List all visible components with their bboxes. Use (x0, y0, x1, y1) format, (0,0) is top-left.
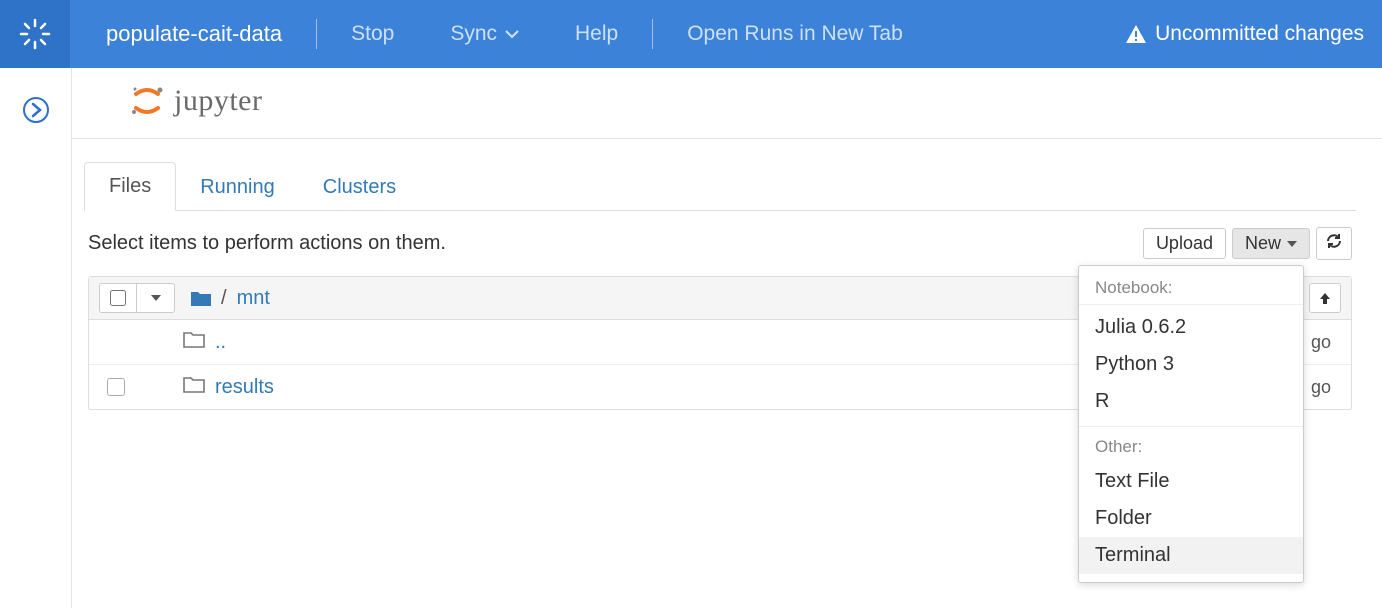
main: jupyter Files Running Clusters Select it… (72, 68, 1382, 608)
left-rail (0, 68, 72, 608)
menu-item-julia[interactable]: Julia 0.6.2 (1079, 309, 1303, 346)
topbar: populate-cait-data Stop Sync Help Open R… (0, 0, 1382, 68)
uncommitted-label: Uncommitted changes (1155, 22, 1364, 46)
menu-item-textfile[interactable]: Text File (1079, 463, 1303, 500)
chevron-down-icon (505, 29, 519, 39)
upload-button[interactable]: Upload (1143, 228, 1226, 259)
new-dropdown-menu: Notebook: Julia 0.6.2 Python 3 R Other: … (1078, 265, 1304, 583)
tab-running[interactable]: Running (176, 164, 299, 211)
file-name-parent[interactable]: .. (215, 331, 226, 354)
tab-clusters[interactable]: Clusters (299, 164, 420, 211)
folder-outline-icon (183, 375, 205, 399)
expand-sidebar-button[interactable] (22, 96, 50, 608)
folder-outline-icon (183, 330, 205, 354)
file-time: go (1311, 332, 1341, 353)
menu-divider (1079, 426, 1303, 427)
jupyter-label: jupyter (174, 84, 262, 118)
tab-bar: Files Running Clusters (84, 161, 1356, 211)
select-all-input[interactable] (110, 290, 126, 306)
new-label: New (1245, 233, 1281, 254)
jupyter-logo-icon (128, 82, 166, 120)
selection-hint: Select items to perform actions on them. (88, 232, 446, 255)
folder-icon[interactable] (191, 290, 211, 306)
jupyter-brand[interactable]: jupyter (128, 82, 1382, 120)
jupyter-header: jupyter (72, 68, 1382, 139)
divider (316, 19, 317, 49)
sort-button[interactable] (1309, 283, 1341, 313)
chevron-right-circle-icon (22, 96, 50, 124)
menu-item-python3[interactable]: Python 3 (1079, 346, 1303, 383)
project-name[interactable]: populate-cait-data (70, 21, 310, 47)
menu-header-other: Other: (1079, 433, 1303, 463)
divider (652, 19, 653, 49)
breadcrumb-sep: / (221, 287, 227, 310)
caret-down-icon (1287, 240, 1297, 248)
refresh-button[interactable] (1316, 227, 1352, 260)
file-time: go (1311, 377, 1341, 398)
select-all-checkbox[interactable] (99, 283, 137, 313)
help-button[interactable]: Help (547, 22, 646, 46)
file-name-results[interactable]: results (215, 376, 274, 399)
row-checkbox[interactable] (107, 378, 125, 396)
refresh-icon (1325, 232, 1343, 250)
stop-button[interactable]: Stop (323, 22, 422, 46)
warning-icon (1125, 23, 1147, 45)
new-button[interactable]: New (1232, 228, 1310, 259)
spinner-icon (18, 17, 52, 51)
menu-item-r[interactable]: R (1079, 383, 1303, 420)
sync-label: Sync (450, 22, 497, 46)
arrow-up-icon (1318, 291, 1332, 305)
app-logo[interactable] (0, 0, 70, 68)
sync-button[interactable]: Sync (422, 22, 547, 46)
select-menu-button[interactable] (137, 283, 175, 313)
menu-header-notebook: Notebook: (1079, 274, 1303, 305)
open-runs-button[interactable]: Open Runs in New Tab (659, 22, 931, 46)
caret-down-icon (151, 294, 161, 302)
uncommitted-changes[interactable]: Uncommitted changes (1105, 22, 1364, 46)
tab-files[interactable]: Files (84, 162, 176, 211)
breadcrumb-mnt[interactable]: mnt (237, 287, 270, 310)
menu-item-terminal[interactable]: Terminal (1079, 537, 1303, 574)
menu-item-folder[interactable]: Folder (1079, 500, 1303, 537)
